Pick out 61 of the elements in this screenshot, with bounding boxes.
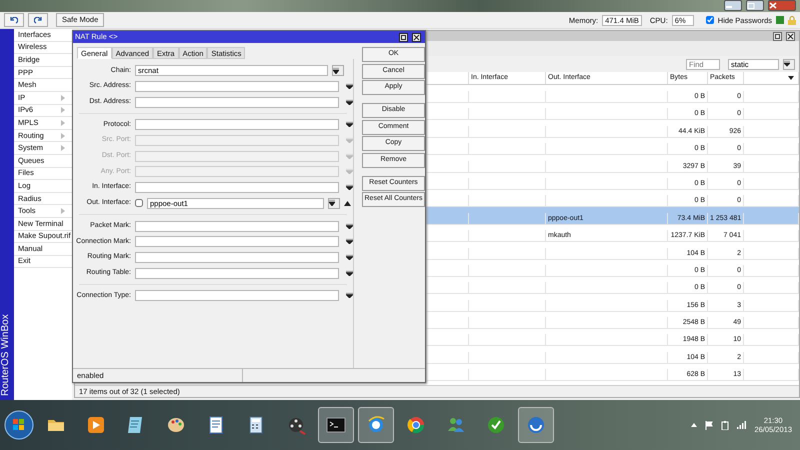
maximize-button[interactable] <box>746 0 764 11</box>
input-field[interactable] <box>135 81 339 92</box>
dropdown-arrow-icon[interactable] <box>346 100 353 105</box>
dropdown-arrow-icon[interactable] <box>346 239 353 244</box>
input-field[interactable] <box>135 290 339 302</box>
dropdown-arrow-icon[interactable] <box>346 224 353 229</box>
circle-icon[interactable] <box>526 415 546 435</box>
input-field[interactable] <box>135 119 339 130</box>
dropdown-arrow-icon <box>346 154 353 159</box>
lock-icon <box>788 16 796 24</box>
ball-icon[interactable] <box>406 415 426 435</box>
dropdown-arrow-icon <box>346 138 353 144</box>
show-hidden-icon[interactable] <box>691 423 698 427</box>
close-icon[interactable] <box>412 32 421 42</box>
input-field[interactable] <box>135 220 339 232</box>
restore-icon[interactable] <box>773 32 782 40</box>
dropdown-arrow-icon[interactable] <box>346 185 353 190</box>
input-field[interactable] <box>135 96 339 108</box>
redo-icon <box>34 16 42 24</box>
close-button[interactable] <box>768 0 796 11</box>
redo-button[interactable] <box>28 13 48 27</box>
dropdown-icon <box>329 200 335 206</box>
input-field[interactable] <box>135 268 339 279</box>
submenu-arrow-icon <box>61 208 65 214</box>
start-button[interactable] <box>4 410 34 440</box>
dropdown-arrow-icon[interactable] <box>346 84 353 90</box>
dropdown-arrow-icon[interactable] <box>346 254 353 260</box>
play-icon[interactable] <box>86 415 106 435</box>
input-field[interactable] <box>135 182 339 194</box>
column-menu-icon[interactable] <box>788 76 794 80</box>
collapse-arrow-icon[interactable] <box>344 200 351 206</box>
brand-label: RouterOS WinBox <box>0 29 14 400</box>
dropdown-button[interactable] <box>328 198 340 209</box>
dropdown-arrow-icon <box>346 169 353 174</box>
flag-icon[interactable] <box>705 420 714 430</box>
minimize-button[interactable] <box>724 0 742 11</box>
dropdown-arrow-icon[interactable] <box>346 270 353 276</box>
maximize-icon <box>747 2 755 8</box>
terminal-icon[interactable] <box>326 415 346 435</box>
status-square-icon <box>776 16 784 24</box>
restore-icon[interactable] <box>399 32 408 42</box>
undo-icon <box>10 16 18 24</box>
dropdown-button[interactable] <box>332 65 344 76</box>
negate-checkbox[interactable] <box>135 199 143 208</box>
dropdown-icon <box>784 61 790 67</box>
close-icon[interactable] <box>786 32 795 40</box>
dropdown-button[interactable] <box>783 58 795 70</box>
dropdown-arrow-icon[interactable] <box>346 293 353 298</box>
film-reel-icon[interactable] <box>286 415 306 435</box>
people-icon[interactable] <box>446 415 466 435</box>
badge-icon[interactable] <box>486 415 506 435</box>
palette-icon[interactable] <box>166 415 186 435</box>
globe-icon[interactable] <box>366 415 386 435</box>
signal-icon[interactable] <box>737 421 746 429</box>
undo-button[interactable] <box>4 13 24 27</box>
dropdown-arrow-icon[interactable] <box>346 122 353 128</box>
input-field[interactable] <box>135 236 339 248</box>
input-field[interactable] <box>135 252 339 263</box>
close-icon <box>769 2 777 9</box>
hide-passwords-checkbox[interactable] <box>706 16 714 24</box>
dropdown-icon <box>333 68 339 74</box>
